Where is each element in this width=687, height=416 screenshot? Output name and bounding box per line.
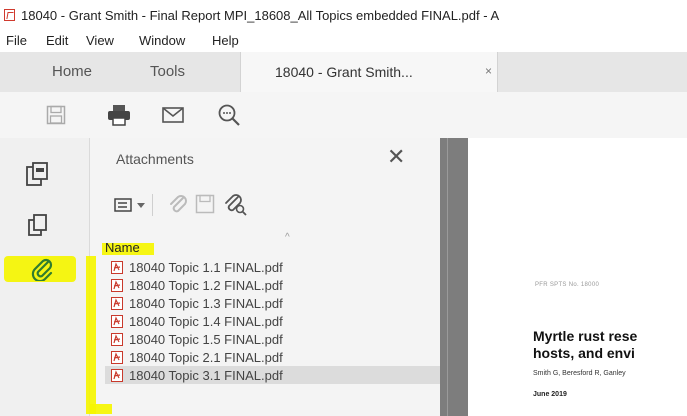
chevron-down-icon[interactable]: [137, 203, 145, 209]
list-item[interactable]: 18040 Topic 2.1 FINAL.pdf: [105, 348, 440, 366]
tab-home[interactable]: Home: [52, 63, 92, 80]
tab-tools[interactable]: Tools: [150, 63, 185, 80]
pdf-file-icon: [111, 332, 123, 346]
sort-ascending-icon[interactable]: ^: [285, 232, 290, 243]
window-title: 18040 - Grant Smith - Final Report MPI_1…: [21, 8, 500, 23]
menu-help[interactable]: Help: [212, 33, 239, 48]
copy-pages-icon[interactable]: [26, 212, 50, 238]
pdf-file-icon: [111, 296, 123, 310]
heading-line-2: hosts, and envi: [533, 345, 635, 361]
options-menu-icon[interactable]: [114, 198, 132, 212]
pdf-file-icon: [111, 314, 123, 328]
document-page[interactable]: PFR SPTS No. 18000 Myrtle rust rese host…: [468, 138, 687, 416]
toolbar: [0, 92, 687, 139]
find-icon[interactable]: [217, 103, 241, 127]
pdf-file-icon: [111, 368, 123, 382]
list-item[interactable]: 18040 Topic 1.2 FINAL.pdf: [105, 276, 440, 294]
pdf-file-icon: [111, 350, 123, 364]
file-name: 18040 Topic 1.4 FINAL.pdf: [129, 313, 283, 329]
document-date: June 2019: [533, 391, 567, 398]
report-number: PFR SPTS No. 18000: [535, 282, 600, 288]
list-item[interactable]: 18040 Topic 1.3 FINAL.pdf: [105, 294, 440, 312]
menu-window[interactable]: Window: [139, 33, 185, 48]
tab-close-icon[interactable]: ×: [485, 64, 492, 78]
page-thumbnails-icon[interactable]: [24, 161, 52, 187]
list-item[interactable]: 18040 Topic 3.1 FINAL.pdf: [105, 366, 440, 384]
tab-document[interactable]: 18040 - Grant Smith... ×: [240, 52, 498, 92]
attachments-panel: Attachments ✕ ^ Name 18040 Topic 1.1 FIN…: [86, 138, 440, 416]
attachments-list: 18040 Topic 1.1 FINAL.pdf 18040 Topic 1.…: [105, 258, 440, 384]
pdf-app-icon: [4, 9, 15, 21]
file-name: 18040 Topic 2.1 FINAL.pdf: [129, 349, 283, 365]
save-icon[interactable]: [46, 105, 66, 125]
file-name: 18040 Topic 1.1 FINAL.pdf: [129, 259, 283, 275]
email-icon[interactable]: [162, 107, 184, 123]
file-name: 18040 Topic 1.5 FINAL.pdf: [129, 331, 283, 347]
column-header-name[interactable]: Name: [105, 240, 140, 255]
menu-file[interactable]: File: [6, 33, 27, 48]
file-name: 18040 Topic 1.3 FINAL.pdf: [129, 295, 283, 311]
list-highlight-corner: [90, 404, 112, 414]
panel-close-icon[interactable]: ✕: [387, 144, 405, 170]
panel-splitter[interactable]: [440, 138, 468, 416]
tab-document-label: 18040 - Grant Smith...: [275, 64, 413, 80]
toolbar-divider: [152, 194, 153, 216]
list-item[interactable]: 18040 Topic 1.4 FINAL.pdf: [105, 312, 440, 330]
menu-view[interactable]: View: [86, 33, 114, 48]
save-attachment-icon[interactable]: [195, 194, 215, 214]
list-item[interactable]: 18040 Topic 1.1 FINAL.pdf: [105, 258, 440, 276]
pdf-file-icon: [111, 260, 123, 274]
pdf-file-icon: [111, 278, 123, 292]
title-bar: 18040 - Grant Smith - Final Report MPI_1…: [0, 0, 687, 30]
attachments-paperclip-icon[interactable]: [30, 257, 54, 281]
menu-bar: File Edit View Window Help: [0, 30, 687, 52]
list-highlight-mark: [86, 256, 96, 414]
search-attachments-icon[interactable]: [224, 193, 248, 217]
document-heading: Myrtle rust rese hosts, and envi: [533, 328, 637, 362]
heading-line-1: Myrtle rust rese: [533, 328, 638, 344]
file-name: 18040 Topic 1.2 FINAL.pdf: [129, 277, 283, 293]
add-attachment-icon[interactable]: [167, 194, 189, 216]
list-item[interactable]: 18040 Topic 1.5 FINAL.pdf: [105, 330, 440, 348]
attachments-panel-title: Attachments: [116, 151, 194, 167]
file-name: 18040 Topic 3.1 FINAL.pdf: [129, 367, 283, 383]
document-authors: Smith G, Beresford R, Ganley: [533, 370, 626, 377]
print-icon[interactable]: [107, 104, 131, 126]
menu-edit[interactable]: Edit: [46, 33, 68, 48]
navigation-rail: [0, 138, 90, 416]
